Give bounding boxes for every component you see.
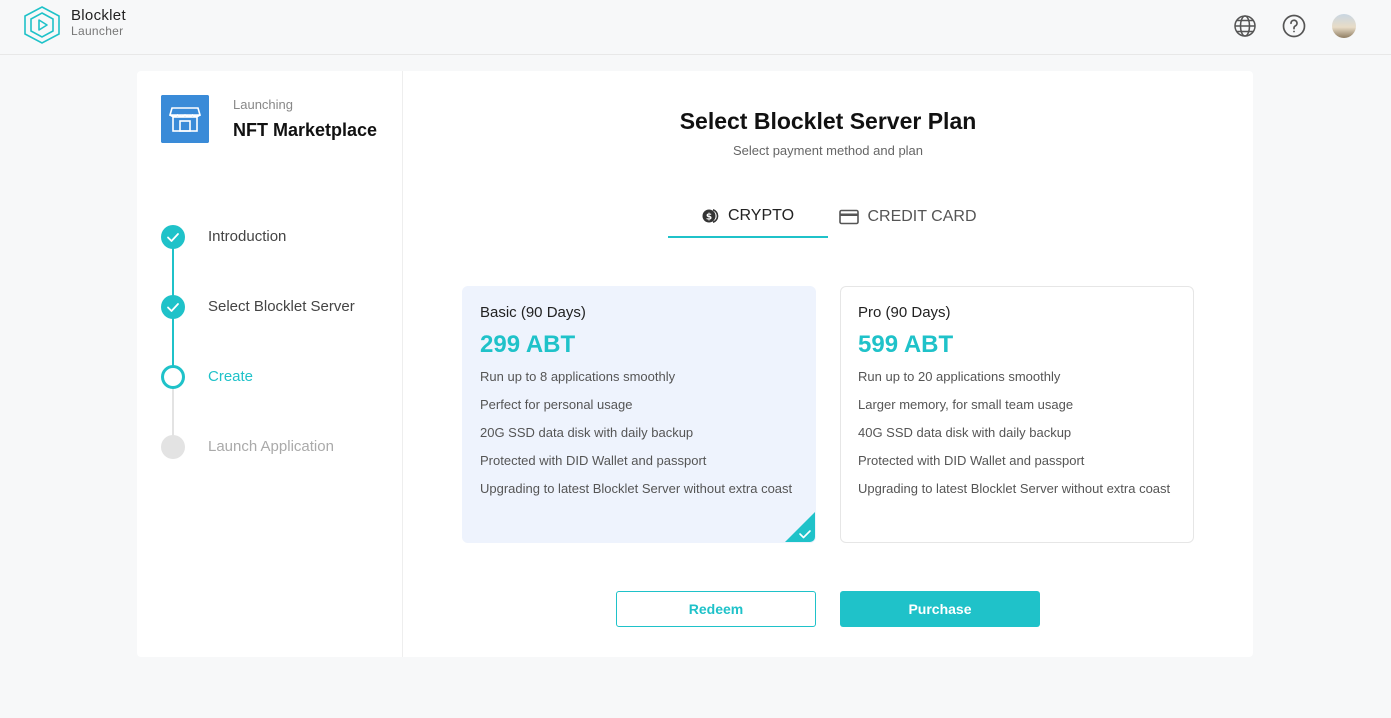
page-subtitle: Select payment method and plan <box>732 143 924 158</box>
step-active-icon <box>161 365 185 389</box>
avatar[interactable] <box>1332 14 1356 38</box>
globe-icon[interactable] <box>1233 14 1257 38</box>
plan-feature: Perfect for personal usage <box>480 397 633 412</box>
app-name: NFT Marketplace <box>233 120 378 140</box>
step-select-blocklet-server[interactable]: Select Blocklet Server <box>208 298 355 315</box>
plan-card-basic[interactable]: Basic (90 Days) 299 ABT Run up to 8 appl… <box>462 286 816 543</box>
plan-feature: Run up to 20 applications smoothly <box>858 369 1061 384</box>
svg-text:$: $ <box>706 212 712 222</box>
credit-card-icon <box>839 209 860 224</box>
plan-card-pro[interactable]: Pro (90 Days) 599 ABT Run up to 20 appli… <box>840 286 1194 543</box>
brand: Blocklet Launcher <box>71 8 126 37</box>
step-create[interactable]: Create <box>208 368 253 385</box>
step-check-icon <box>161 295 185 319</box>
store-icon <box>161 95 209 143</box>
step-check-icon <box>161 225 185 249</box>
brand-subtitle: Launcher <box>71 24 124 38</box>
selected-check-icon <box>785 512 815 542</box>
top-header: Blocklet Launcher <box>0 0 1391 55</box>
tab-credit-card[interactable]: CREDIT CARD <box>828 195 988 238</box>
plan-name: Basic (90 Days) <box>480 304 586 321</box>
sidebar: Launching NFT Marketplace Introduction S… <box>137 71 403 657</box>
plan-name: Pro (90 Days) <box>858 304 951 321</box>
plan-feature: 20G SSD data disk with daily backup <box>480 425 694 440</box>
step-pending-icon <box>161 435 185 459</box>
tab-crypto-label: CRYPTO <box>727 206 795 224</box>
plan-feature: Protected with DID Wallet and passport <box>858 453 1085 468</box>
plan-feature: Run up to 8 applications smoothly <box>480 369 676 384</box>
plan-price: 299 ABT <box>480 331 576 358</box>
blocklet-logo-icon[interactable] <box>21 5 63 45</box>
purchase-button[interactable]: Purchase <box>840 591 1040 627</box>
plan-feature: Protected with DID Wallet and passport <box>480 453 707 468</box>
plan-feature: 40G SSD data disk with daily backup <box>858 425 1072 440</box>
brand-name: Blocklet <box>71 7 126 24</box>
coin-icon: $ <box>702 208 719 223</box>
launch-card: Launching NFT Marketplace Introduction S… <box>137 71 1253 657</box>
tab-credit-card-label: CREDIT CARD <box>867 207 977 225</box>
plan-feature: Upgrading to latest Blocklet Server with… <box>480 481 793 496</box>
step-introduction[interactable]: Introduction <box>208 228 286 245</box>
plan-feature: Upgrading to latest Blocklet Server with… <box>858 481 1171 496</box>
help-icon[interactable] <box>1282 14 1306 38</box>
plan-feature: Larger memory, for small team usage <box>858 397 1074 412</box>
plan-price: 599 ABT <box>858 331 954 358</box>
tab-crypto[interactable]: $ CRYPTO <box>668 195 828 238</box>
redeem-button[interactable]: Redeem <box>616 591 816 627</box>
page-title: Select Blocklet Server Plan <box>679 108 977 134</box>
step-launch-application: Launch Application <box>208 438 334 455</box>
launching-label: Launching <box>233 97 293 112</box>
